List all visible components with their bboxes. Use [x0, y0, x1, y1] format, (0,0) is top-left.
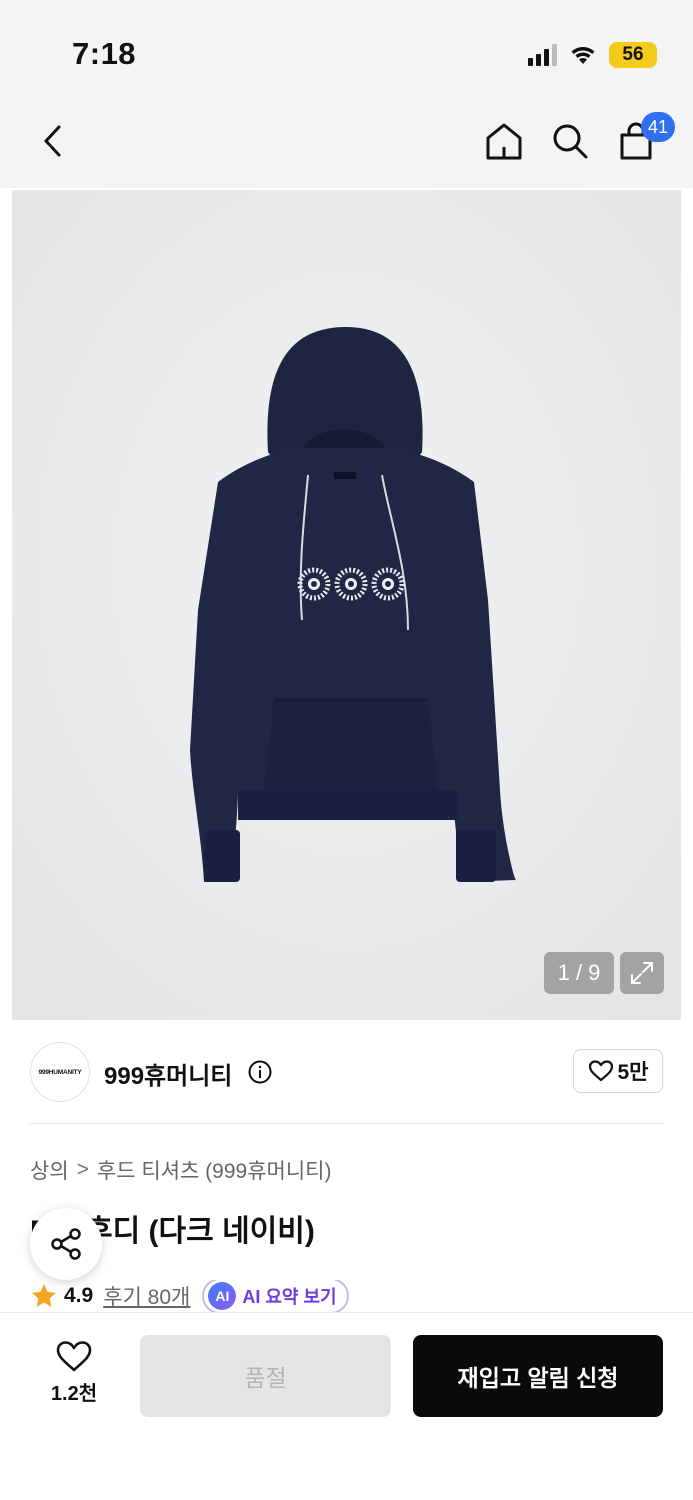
wifi-icon [571, 47, 595, 64]
brand-like-button[interactable]: 5만 [573, 1049, 663, 1093]
review-count-link[interactable]: 후기 80개 [103, 1281, 190, 1311]
heart-icon [588, 1060, 613, 1082]
home-icon [486, 123, 522, 160]
breadcrumb-subcategory[interactable]: 후드 티셔츠 (999휴머니티) [97, 1155, 332, 1185]
share-icon [51, 1228, 81, 1260]
brand-logo[interactable]: 999HUMANITY [30, 1042, 90, 1102]
soldout-button: 품절 [140, 1335, 391, 1417]
nav-bar: 41 [0, 100, 693, 188]
cart-count-badge: 41 [641, 112, 675, 142]
heart-icon [56, 1341, 92, 1372]
expand-image-button[interactable] [620, 952, 664, 994]
wishlist-count: 1.2천 [50, 1383, 98, 1405]
brand-name[interactable]: 999휴머니티 [104, 1056, 232, 1091]
search-icon [553, 124, 588, 159]
star-icon [32, 1284, 56, 1307]
cart-button[interactable]: 41 [613, 112, 675, 164]
breadcrumb-category[interactable]: 상의 [30, 1155, 69, 1185]
bottom-action-bar: 1.2천 품절 재입고 알림 신청 [0, 1312, 693, 1500]
search-button[interactable] [547, 118, 593, 164]
status-bar: 7:18 56 [0, 0, 693, 100]
rating-score: 4.9 [64, 1284, 94, 1307]
restock-alert-button[interactable]: 재입고 알림 신청 [413, 1335, 663, 1417]
status-time: 7:18 [72, 36, 137, 71]
ai-summary-button[interactable]: AI AI 요약 보기 [202, 1280, 349, 1312]
breadcrumb: 상의 > 후드 티셔츠 (999휴머니티) [30, 1155, 331, 1185]
image-counter: 1 / 9 [544, 952, 614, 994]
divider [30, 1123, 663, 1124]
brand-row: 999HUMANITY 999휴머니티 5만 [30, 1040, 663, 1104]
product-image-gallery[interactable]: 1 / 9 [12, 190, 681, 1020]
home-button[interactable] [481, 118, 527, 164]
status-icons: 56 [528, 40, 657, 70]
battery-indicator: 56 [609, 42, 657, 68]
rating-row: 4.9 후기 80개 AI AI 요약 보기 [30, 1280, 680, 1312]
expand-icon [631, 962, 653, 984]
brand-like-count: 5만 [617, 1061, 649, 1084]
wishlist-button[interactable]: 1.2천 [30, 1339, 118, 1409]
cellular-signal-icon [528, 44, 557, 66]
ai-icon: AI [208, 1282, 237, 1310]
ai-summary-label: AI 요약 보기 [242, 1287, 337, 1307]
chevron-right-icon: > [76, 1158, 89, 1181]
product-photo-hoodie [12, 190, 681, 1020]
info-icon[interactable] [248, 1060, 272, 1084]
share-button[interactable] [30, 1208, 102, 1280]
chevron-left-icon [44, 125, 61, 157]
back-button[interactable] [30, 118, 76, 164]
